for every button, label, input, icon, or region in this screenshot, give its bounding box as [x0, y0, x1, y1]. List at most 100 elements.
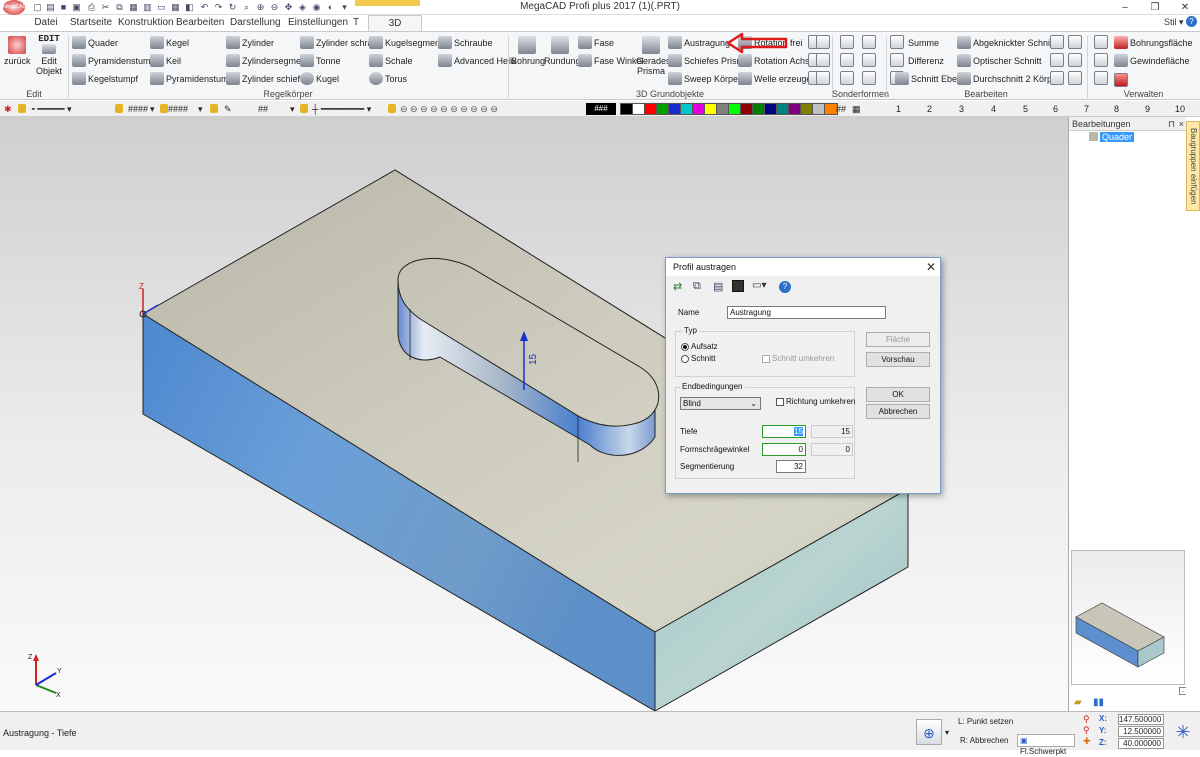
dialog-copy-icon[interactable]: ⧉ [693, 280, 701, 293]
lock-icon[interactable] [300, 104, 308, 113]
maximize-icon[interactable]: ❐ [1140, 0, 1170, 15]
ribbon-optischer-schnitt[interactable]: Optischer Schnitt [957, 53, 1042, 69]
tab-konstruktion[interactable]: Konstruktion [118, 15, 174, 31]
bearb-small-icon-2[interactable] [1068, 35, 1082, 49]
bearb-small-icon-6[interactable] [1068, 71, 1082, 85]
ribbon-gerades-prisma[interactable]: Gerades Prisma [636, 36, 671, 76]
schnitt-radio[interactable] [681, 355, 689, 363]
segmentierung-input[interactable]: 32 [776, 460, 806, 473]
ribbon-welle-erzeugen[interactable]: Welle erzeugen [738, 71, 816, 87]
dialog-paste-icon[interactable]: ▤ [713, 280, 723, 293]
ribbon-gewindeflaeche[interactable]: Gewindefläche [1114, 53, 1190, 69]
ribbon-rotation-achse[interactable]: Rotation Achse [738, 53, 815, 69]
grund-small-icon-6[interactable] [816, 71, 830, 85]
ribbon-kegelstumpf[interactable]: Kegelstumpf [72, 71, 138, 87]
verw-icon-1[interactable] [1094, 35, 1108, 49]
color-field[interactable]: ### [586, 103, 616, 115]
verw-icon-3[interactable] [1094, 71, 1108, 85]
coord-system-icon[interactable]: ✳ [1170, 718, 1196, 746]
ribbon-tonne[interactable]: Tonne [300, 53, 341, 69]
folder-icon[interactable]: ▰ [1074, 697, 1082, 708]
ribbon-durchschnitt-2-koerper[interactable]: Durchschnitt 2 Körper [957, 71, 1060, 87]
ribbon-zylinder-schief[interactable]: Zylinder schief [226, 71, 300, 87]
dropdown-icon[interactable]: ▾ [150, 102, 155, 116]
ribbon-kugel[interactable]: Kugel [300, 71, 339, 87]
edit-object-button[interactable]: EDIT Edit Objekt [34, 34, 64, 76]
flaeche-button[interactable]: Fläche [866, 332, 930, 347]
ribbon-zylindersegment[interactable]: Zylindersegment [226, 53, 309, 69]
sonder-icon-6[interactable] [862, 71, 876, 85]
grid-view-icon[interactable]: ▦ [852, 102, 861, 116]
layer-number-9[interactable]: 9 [1145, 102, 1150, 116]
formschraege-input[interactable]: 0 [762, 443, 806, 456]
dialog-unit-dropdown[interactable]: ▭▾ [752, 280, 766, 291]
ribbon-fase[interactable]: Fase [578, 35, 614, 51]
dropdown-icon[interactable]: ▾ [945, 728, 949, 737]
layer-number-10[interactable]: 10 [1175, 102, 1185, 116]
layer-number-6[interactable]: 6 [1053, 102, 1058, 116]
panel-close-icon[interactable]: × [1179, 117, 1184, 131]
tab-datei[interactable]: Datei [30, 15, 62, 31]
lock-icon[interactable] [388, 104, 396, 113]
help-icon[interactable]: ? [1186, 16, 1197, 27]
close-icon[interactable]: ✕ [1170, 0, 1200, 15]
ribbon-bohrungsflaeche[interactable]: Bohrungsfläche [1114, 35, 1193, 51]
verw-icon-2[interactable] [1094, 53, 1108, 67]
baugruppen-einfuegen-tab[interactable]: Baugruppen einfügen [1186, 121, 1200, 211]
ribbon-kegel[interactable]: Kegel [150, 35, 189, 51]
name-input[interactable]: Austragung [727, 306, 886, 319]
dialog-help-icon[interactable]: ? [779, 281, 791, 293]
layer-number-4[interactable]: 4 [991, 102, 996, 116]
sonder-icon-3[interactable] [840, 53, 854, 67]
dropdown-icon[interactable]: ▾ [198, 102, 203, 116]
hatch-field[interactable]: ## [836, 102, 846, 116]
bearb-small-icon-3[interactable] [1050, 53, 1064, 67]
ribbon-pyramidenstumpf-2[interactable]: Pyramidenstumpf [150, 71, 236, 87]
ribbon-fase-winkel[interactable]: Fase Winkel [578, 53, 644, 69]
pointer-icon[interactable]: ✱ [4, 102, 12, 116]
x-coordinate[interactable]: 147.500000 [1118, 714, 1164, 725]
snap-button[interactable]: ▣ Fl.Schwerpkt [1017, 734, 1075, 756]
ribbon-differenz[interactable]: Differenz [908, 53, 944, 69]
ribbon-schraube[interactable]: Schraube [438, 35, 493, 51]
richtung-umkehren-checkbox[interactable] [776, 398, 784, 406]
ribbon-abgeknickter-schnitt[interactable]: Abgeknickter Schnitt [957, 35, 1055, 51]
ribbon-zylinder-schraeg[interactable]: Zylinder schräg [300, 35, 378, 51]
abbrechen-button[interactable]: Abbrechen [866, 404, 930, 419]
layer-field[interactable]: ## [258, 102, 268, 116]
line-style-dropdown[interactable]: ┼ ━━━━━━━━ ▾ [312, 102, 371, 116]
ribbon-rundung[interactable]: Rundung [544, 36, 581, 66]
dialog-calculator-icon[interactable] [732, 280, 744, 292]
z-coordinate[interactable]: 40.000000 [1118, 738, 1164, 749]
ribbon-schiefes-prisma[interactable]: Schiefes Prisma [668, 53, 749, 69]
sonder-icon-5[interactable] [840, 71, 854, 85]
bearb-icon-2[interactable] [890, 53, 904, 67]
magnifier-icons[interactable]: ⊖ ⊖ ⊖ ⊖ ⊖ ⊖ ⊖ ⊖ ⊖ ⊖ [400, 102, 498, 116]
sonder-icon-4[interactable] [862, 53, 876, 67]
ribbon-kugelsegment[interactable]: Kugelsegment [369, 35, 443, 51]
line-type-dropdown[interactable]: ╸━━━━━ ▾ [32, 102, 72, 116]
minimize-icon[interactable]: – [1110, 0, 1140, 15]
line-width-field[interactable]: #### [128, 102, 148, 116]
schnitt-umkehren-checkbox[interactable] [762, 355, 770, 363]
pen-icon[interactable]: ✎ [224, 102, 232, 116]
tab-startseite[interactable]: Startseite [66, 15, 116, 31]
tab-t[interactable]: T [350, 15, 362, 31]
lock-icon[interactable] [18, 104, 26, 113]
back-button[interactable]: zurück [4, 36, 31, 66]
ribbon-bohrung[interactable]: Bohrung [511, 36, 545, 66]
sonder-icon-2[interactable] [862, 35, 876, 49]
tiefe-input[interactable]: 15 [762, 425, 806, 438]
ribbon-summe[interactable]: Summe [908, 35, 939, 51]
ribbon-austragung[interactable]: Austragung [668, 35, 730, 51]
ribbon-torus[interactable]: Torus [369, 71, 407, 87]
ok-button[interactable]: OK [866, 387, 930, 402]
tab-einstellungen[interactable]: Einstellungen [288, 15, 348, 31]
pen-field[interactable]: #### [168, 102, 188, 116]
dialog-close-icon[interactable]: ✕ [926, 259, 936, 275]
layer-number-8[interactable]: 8 [1114, 102, 1119, 116]
bearb-small-icon-4[interactable] [1068, 53, 1082, 67]
ribbon-keil[interactable]: Keil [150, 53, 181, 69]
bearb-icon-1[interactable] [890, 35, 904, 49]
toolbox-icon[interactable] [1114, 73, 1128, 87]
